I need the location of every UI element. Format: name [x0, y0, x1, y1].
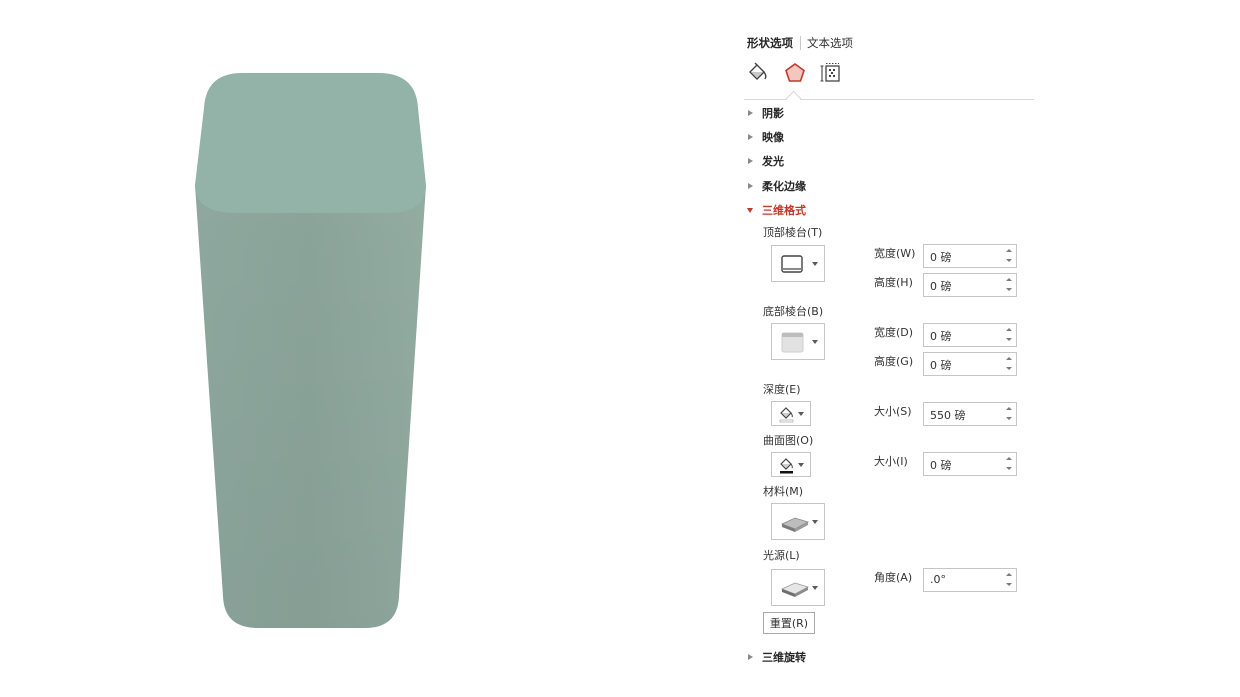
fill-line-icon[interactable]	[747, 62, 769, 84]
spin-arrows[interactable]	[1005, 247, 1013, 265]
spin-arrows[interactable]	[1005, 276, 1013, 294]
depth-color-picker[interactable]	[771, 401, 811, 426]
lighting-preset-icon	[780, 582, 810, 597]
paint-bucket-icon	[780, 458, 793, 474]
chevron-down-icon	[798, 411, 804, 416]
spin-value: 0 磅	[930, 280, 952, 293]
chevron-down-icon	[812, 519, 818, 524]
depth-label: 深度(E)	[763, 383, 801, 396]
spin-value: .0°	[930, 573, 946, 586]
spin-value: 0 磅	[930, 330, 952, 343]
spin-arrows[interactable]	[1005, 405, 1013, 423]
expand-arrow-icon	[748, 183, 753, 189]
active-category-pointer	[785, 90, 802, 107]
depth-size-label: 大小(S)	[874, 405, 912, 418]
chevron-down-icon	[812, 261, 818, 266]
spin-value: 0 磅	[930, 251, 952, 264]
expand-arrow-icon	[748, 110, 753, 116]
lighting-angle-label: 角度(A)	[874, 571, 913, 584]
section-reflection[interactable]: 映像	[748, 129, 784, 145]
top-bevel-picker[interactable]	[771, 245, 825, 282]
paint-bucket-icon	[779, 407, 794, 423]
tab-shape-options[interactable]: 形状选项	[747, 35, 793, 51]
tab-text-options[interactable]: 文本选项	[807, 35, 853, 51]
reset-button[interactable]: 重置(R)	[763, 612, 815, 634]
bottom-bevel-height-input[interactable]: 0 磅	[923, 352, 1017, 376]
material-picker[interactable]	[771, 503, 825, 540]
bottom-bevel-label: 底部棱台(B)	[763, 305, 824, 318]
expand-arrow-icon	[748, 158, 753, 164]
bottom-bevel-width-input[interactable]: 0 磅	[923, 323, 1017, 347]
bevel-preset-icon	[781, 255, 803, 273]
size-properties-icon[interactable]	[820, 62, 842, 84]
material-preset-icon	[780, 517, 810, 532]
spin-arrows[interactable]	[1005, 571, 1013, 589]
section-soft-edges[interactable]: 柔化边缘	[748, 178, 806, 194]
bevel-none-icon	[781, 332, 804, 353]
section-3d-rotation[interactable]: 三维旋转	[748, 649, 806, 665]
format-shape-pane: 形状选项 文本选项 阴影 映像 发光 柔化边缘 三维格式 顶部棱台(T) 宽度(…	[740, 0, 1040, 697]
spin-arrows[interactable]	[1005, 326, 1013, 344]
top-bevel-width-input[interactable]: 0 磅	[923, 244, 1017, 268]
bottom-bevel-height-label: 高度(G)	[874, 355, 914, 368]
section-label: 柔化边缘	[762, 180, 806, 193]
lighting-label: 光源(L)	[763, 549, 800, 562]
section-label: 映像	[762, 131, 784, 144]
material-label: 材料(M)	[763, 485, 804, 498]
bottom-bevel-picker[interactable]	[771, 323, 825, 360]
collapse-arrow-icon	[747, 207, 753, 213]
section-3d-format[interactable]: 三维格式	[747, 202, 806, 218]
chevron-down-icon	[812, 339, 818, 344]
shape-preview	[0, 0, 640, 697]
tab-separator	[800, 36, 801, 50]
chevron-down-icon	[812, 585, 818, 590]
spin-arrows[interactable]	[1005, 355, 1013, 373]
contour-size-input[interactable]: 0 磅	[923, 452, 1017, 476]
top-bevel-height-label: 高度(H)	[874, 276, 913, 289]
section-label: 阴影	[762, 107, 784, 120]
contour-size-label: 大小(I)	[874, 455, 908, 468]
spin-value: 0 磅	[930, 459, 952, 472]
top-bevel-label: 顶部棱台(T)	[763, 226, 823, 239]
contour-color-picker[interactable]	[771, 452, 811, 477]
section-label: 三维格式	[762, 204, 806, 217]
spin-arrows[interactable]	[1005, 455, 1013, 473]
spin-value: 0 磅	[930, 359, 952, 372]
expand-arrow-icon	[748, 134, 753, 140]
top-bevel-height-input[interactable]: 0 磅	[923, 273, 1017, 297]
section-glow[interactable]: 发光	[748, 153, 784, 169]
top-bevel-width-label: 宽度(W)	[874, 247, 916, 260]
section-label: 三维旋转	[762, 651, 806, 664]
extruded-rounded-square[interactable]	[0, 0, 640, 697]
spin-value: 550 磅	[930, 409, 966, 422]
contour-label: 曲面图(O)	[763, 434, 814, 447]
expand-arrow-icon	[748, 654, 753, 660]
section-label: 发光	[762, 155, 784, 168]
chevron-down-icon	[798, 462, 804, 467]
bottom-bevel-width-label: 宽度(D)	[874, 326, 914, 339]
depth-size-input[interactable]: 550 磅	[923, 402, 1017, 426]
lighting-picker[interactable]	[771, 569, 825, 606]
lighting-angle-input[interactable]: .0°	[923, 568, 1017, 592]
effects-pentagon-icon[interactable]	[784, 62, 806, 84]
section-shadow[interactable]: 阴影	[748, 105, 784, 121]
shape-top-face	[195, 73, 426, 213]
